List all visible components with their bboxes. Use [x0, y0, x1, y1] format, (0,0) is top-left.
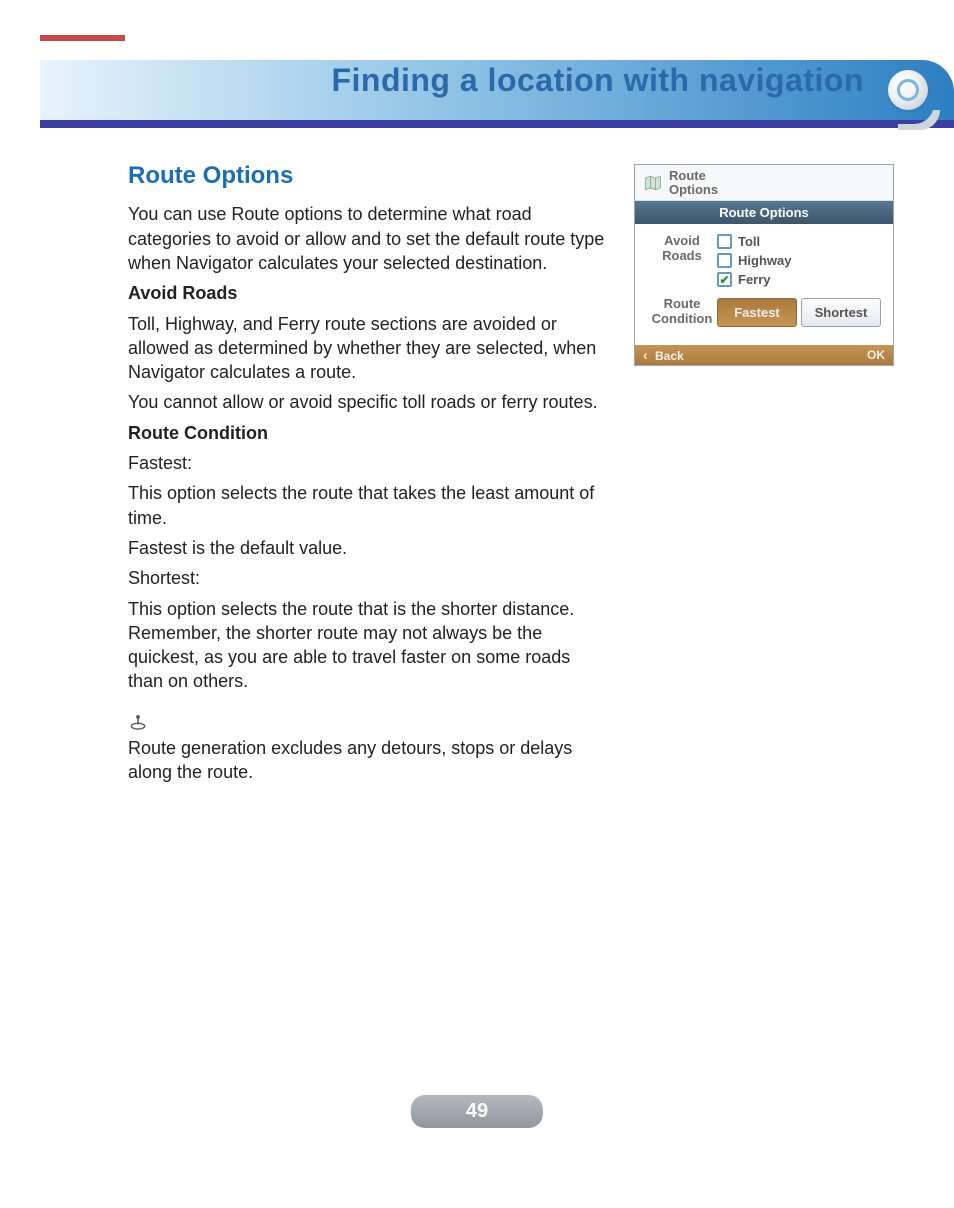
avoid-label-line1: Avoid [664, 233, 700, 248]
checkbox-highway-label: Highway [738, 253, 791, 268]
checkbox-row-ferry[interactable]: ✔ Ferry [717, 272, 881, 287]
fastest-button[interactable]: Fastest [717, 298, 797, 327]
checkbox-row-toll[interactable]: Toll [717, 234, 881, 249]
checkbox-toll-label: Toll [738, 234, 760, 249]
window-title: Route Options [669, 169, 718, 196]
panel-bottom-bar: ‹ Back OK [635, 345, 893, 365]
route-condition-heading: Route Condition [128, 423, 268, 443]
checkbox-highway[interactable] [717, 253, 732, 268]
fastest-label: Fastest: [128, 451, 608, 475]
checkbox-row-highway[interactable]: Highway [717, 253, 881, 268]
avoid-roads-heading: Avoid Roads [128, 283, 237, 303]
panel-body: Avoid Roads Toll Highway ✔ Ferry [635, 224, 893, 345]
title-underline [40, 120, 954, 128]
avoid-label-line2: Roads [662, 248, 702, 263]
checkbox-ferry[interactable]: ✔ [717, 272, 732, 287]
shortest-label: Shortest: [128, 566, 608, 590]
page-number: 49 [411, 1095, 543, 1128]
avoid-roads-paragraph-1: Toll, Highway, and Ferry route sections … [128, 312, 608, 385]
page: Finding a location with navigation Route… [0, 0, 954, 1208]
rc-label-line1: Route [664, 296, 701, 311]
body-text-column: Route Options You can use Route options … [128, 160, 608, 790]
back-label: Back [655, 349, 684, 363]
avoid-roads-row: Avoid Roads Toll Highway ✔ Ferry [647, 234, 881, 291]
checkbox-ferry-label: Ferry [738, 272, 771, 287]
avoid-roads-paragraph-2: You cannot allow or avoid specific toll … [128, 390, 608, 414]
corner-badge-ring [897, 79, 919, 101]
map-icon [643, 173, 663, 193]
rc-label-line2: Condition [652, 311, 713, 326]
window-titlebar: Route Options [635, 165, 893, 201]
back-button[interactable]: ‹ Back [643, 347, 684, 363]
route-condition-row: Route Condition Fastest Shortest [647, 297, 881, 327]
section-heading: Route Options [128, 160, 608, 192]
route-condition-label: Route Condition [647, 297, 717, 327]
avoid-checkboxes: Toll Highway ✔ Ferry [717, 234, 881, 291]
ok-button[interactable]: OK [867, 348, 885, 362]
page-title: Finding a location with navigation [331, 62, 864, 99]
page-number-badge: 49 [411, 1095, 543, 1128]
avoid-roads-label: Avoid Roads [647, 234, 717, 264]
route-options-screenshot: Route Options Route Options Avoid Roads … [634, 164, 894, 366]
fastest-paragraph-1: This option selects the route that takes… [128, 481, 608, 530]
checkbox-toll[interactable] [717, 234, 732, 249]
shortest-paragraph: This option selects the route that is th… [128, 597, 608, 694]
chevron-left-icon: ‹ [643, 347, 648, 363]
window-title-line2: Options [669, 182, 718, 197]
route-condition-segmented: Fastest Shortest [717, 298, 881, 327]
note-icon [128, 712, 148, 732]
shortest-button[interactable]: Shortest [801, 298, 881, 327]
panel-titlebar: Route Options [635, 201, 893, 224]
note-paragraph: Route generation excludes any detours, s… [128, 736, 608, 785]
fastest-paragraph-2: Fastest is the default value. [128, 536, 608, 560]
top-accent-bar [40, 35, 125, 41]
intro-paragraph: You can use Route options to determine w… [128, 202, 608, 275]
